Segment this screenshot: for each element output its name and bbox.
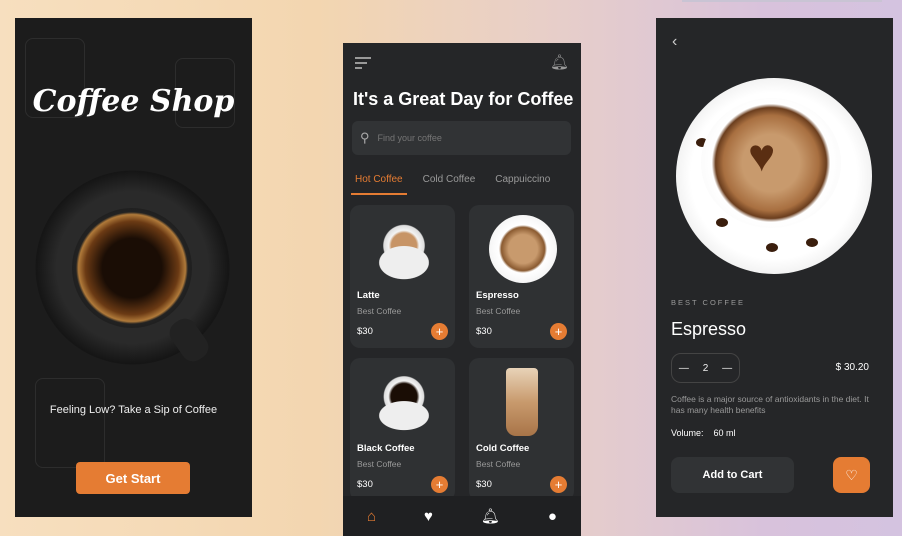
- user-icon[interactable]: ●: [548, 508, 557, 525]
- product-subtitle: Best Coffee: [357, 459, 402, 469]
- search-input[interactable]: [377, 133, 538, 143]
- product-card[interactable]: Espresso Best Coffee $30 +: [469, 205, 574, 348]
- tab-cold-coffee[interactable]: Cold Coffee: [419, 174, 480, 195]
- increment-button[interactable]: —: [722, 363, 732, 374]
- menu-icon[interactable]: [355, 57, 371, 69]
- product-card[interactable]: Latte Best Coffee $30 +: [350, 205, 455, 348]
- heart-icon[interactable]: ♥: [424, 508, 433, 525]
- category-label: BEST COFFEE: [671, 298, 745, 307]
- espresso-image: [489, 215, 557, 283]
- coffee-cup-image: [72, 208, 192, 328]
- product-subtitle: Best Coffee: [357, 306, 402, 316]
- product-title: Espresso: [671, 319, 747, 339]
- category-tabs: Hot Coffee Cold Coffee Cappuiccino: [351, 174, 554, 195]
- add-button[interactable]: +: [550, 323, 567, 340]
- product-price: $30: [357, 479, 373, 490]
- doodle: [35, 378, 105, 468]
- cold-coffee-image: [506, 368, 538, 436]
- product-card[interactable]: Cold Coffee Best Coffee $30 +: [469, 358, 574, 501]
- volume-value: 60 ml: [713, 428, 736, 438]
- tab-cappuccino[interactable]: Cappuiccino: [491, 174, 554, 195]
- back-chevron-icon[interactable]: ‹: [672, 33, 677, 51]
- product-name: Cold Coffee: [476, 443, 530, 454]
- window-edge: [682, 0, 882, 2]
- product-subtitle: Best Coffee: [476, 459, 521, 469]
- search-bar[interactable]: ⚲: [352, 121, 571, 155]
- coffee-bean: [766, 243, 778, 252]
- product-name: Espresso: [476, 290, 519, 301]
- add-button[interactable]: +: [431, 476, 448, 493]
- bottom-nav: ⌂ ♥ 🔔︎ ●: [343, 496, 581, 536]
- coffee-bean: [716, 218, 728, 227]
- quantity-value: 2: [702, 362, 709, 374]
- latte-art-heart: ♥: [748, 129, 776, 181]
- favorite-heart-icon[interactable]: ♡: [833, 457, 870, 493]
- notification-bell-icon[interactable]: 🔔︎: [550, 53, 569, 71]
- add-button[interactable]: +: [431, 323, 448, 340]
- detail-screen: ‹ ♥ BEST COFFEE Espresso — 2 — $ 30.20 C…: [656, 18, 893, 517]
- bell-icon[interactable]: 🔔︎: [481, 507, 500, 525]
- tagline: Feeling Low? Take a Sip of Coffee: [49, 404, 218, 416]
- product-price: $30: [357, 326, 373, 337]
- product-card[interactable]: Black Coffee Best Coffee $30 +: [350, 358, 455, 501]
- latte-image: [370, 215, 438, 283]
- black-coffee-image: [370, 368, 438, 436]
- product-price: $ 30.20: [835, 362, 869, 373]
- add-button[interactable]: +: [550, 476, 567, 493]
- home-icon[interactable]: ⌂: [367, 508, 376, 525]
- quantity-stepper[interactable]: — 2 —: [671, 353, 740, 383]
- home-screen: 🔔︎ It's a Great Day for Coffee ⚲ Hot Cof…: [343, 43, 581, 536]
- product-price: $30: [476, 479, 492, 490]
- product-name: Black Coffee: [357, 443, 415, 454]
- get-start-button[interactable]: Get Start: [76, 462, 190, 494]
- volume-row: Volume: 60 ml: [671, 428, 736, 438]
- page-title: It's a Great Day for Coffee: [353, 89, 574, 109]
- decrement-button[interactable]: —: [679, 363, 689, 374]
- app-logo: Coffee Shop: [32, 84, 235, 119]
- volume-label: Volume:: [671, 428, 704, 438]
- add-to-cart-button[interactable]: Add to Cart: [671, 457, 794, 493]
- coffee-bean: [806, 238, 818, 247]
- search-icon: ⚲: [360, 130, 370, 145]
- splash-screen: Coffee Shop Feeling Low? Take a Sip of C…: [15, 18, 252, 517]
- product-name: Latte: [357, 290, 380, 301]
- product-price: $30: [476, 326, 492, 337]
- tab-hot-coffee[interactable]: Hot Coffee: [351, 174, 407, 195]
- product-description: Coffee is a major source of antioxidants…: [671, 394, 869, 415]
- product-subtitle: Best Coffee: [476, 306, 521, 316]
